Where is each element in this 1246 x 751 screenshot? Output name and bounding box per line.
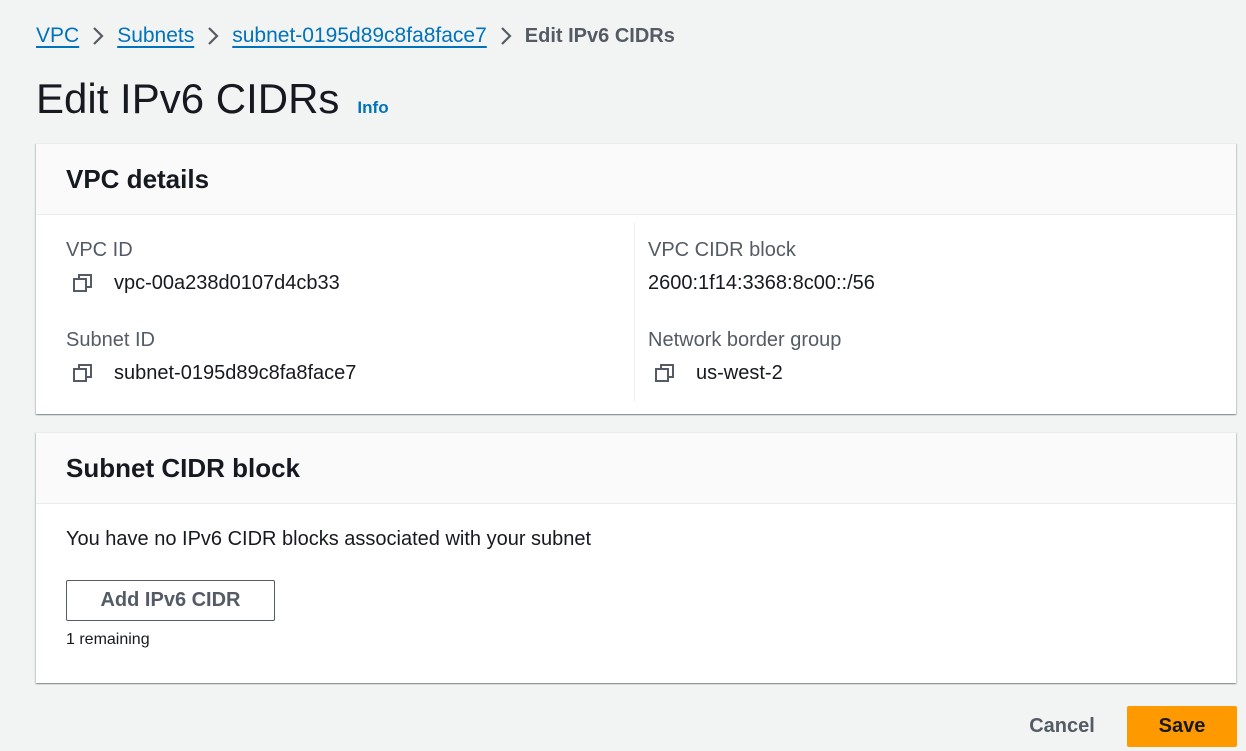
breadcrumb-link-vpc[interactable]: VPC — [36, 22, 79, 50]
vpc-id-field: VPC ID vpc-00a238d0107d4cb33 — [66, 237, 340, 296]
subnet-id-field: Subnet ID subnet-0195d89c8fa8face7 — [66, 327, 356, 386]
breadcrumb-current: Edit IPv6 CIDRs — [524, 25, 675, 47]
copy-icon[interactable] — [72, 362, 94, 384]
page: VPC Subnets subnet-0195d89c8fa8face7 Edi… — [0, 0, 1246, 751]
chevron-right-icon — [79, 22, 117, 50]
vpc-details-heading: VPC details — [66, 163, 210, 194]
vpc-details-grid: VPC ID vpc-00a238d0107d4cb33 Subnet ID s… — [36, 215, 1236, 413]
no-cidr-message: You have no IPv6 CIDR blocks associated … — [66, 528, 592, 550]
vpc-details-header: VPC details — [36, 144, 1236, 215]
copy-icon[interactable] — [654, 362, 676, 384]
title-row: Edit IPv6 CIDRs Info — [36, 74, 389, 124]
vpc-id-value: vpc-00a238d0107d4cb33 — [114, 272, 340, 294]
column-divider — [634, 223, 635, 401]
chevron-right-icon — [194, 22, 232, 50]
chevron-right-icon — [487, 22, 525, 50]
subnet-cidr-header: Subnet CIDR block — [36, 433, 1236, 504]
vpc-id-value-row: vpc-00a238d0107d4cb33 — [66, 270, 340, 296]
copy-icon[interactable] — [72, 272, 94, 294]
breadcrumb-link-subnet[interactable]: subnet-0195d89c8fa8face7 — [232, 22, 487, 50]
vpc-cidr-value: 2600:1f14:3368:8c00::/56 — [648, 272, 875, 294]
vpc-details-panel: VPC details VPC ID vpc-00a238d0107d4cb33… — [36, 143, 1236, 414]
border-group-field: Network border group us-west-2 — [648, 327, 841, 386]
vpc-id-label: VPC ID — [66, 239, 133, 261]
subnet-cidr-panel: Subnet CIDR block You have no IPv6 CIDR … — [36, 432, 1236, 683]
save-button[interactable]: Save — [1127, 706, 1237, 747]
subnet-id-value-row: subnet-0195d89c8fa8face7 — [66, 360, 356, 386]
remaining-count: 1 remaining — [66, 631, 150, 648]
breadcrumb-link-subnets[interactable]: Subnets — [117, 22, 194, 50]
border-group-value-row: us-west-2 — [648, 360, 841, 386]
subnet-id-value: subnet-0195d89c8fa8face7 — [114, 362, 357, 384]
subnet-id-label: Subnet ID — [66, 329, 155, 351]
add-ipv6-cidr-button[interactable]: Add IPv6 CIDR — [66, 580, 275, 621]
subnet-cidr-heading: Subnet CIDR block — [66, 452, 301, 483]
border-group-value: us-west-2 — [696, 362, 783, 384]
vpc-cidr-field: VPC CIDR block 2600:1f14:3368:8c00::/56 — [648, 237, 875, 296]
cancel-button[interactable]: Cancel — [1010, 706, 1114, 747]
page-title: Edit IPv6 CIDRs — [36, 75, 340, 122]
vpc-cidr-label: VPC CIDR block — [648, 239, 796, 261]
border-group-label: Network border group — [648, 329, 842, 351]
info-link[interactable]: Info — [357, 98, 388, 118]
breadcrumb: VPC Subnets subnet-0195d89c8fa8face7 Edi… — [36, 22, 675, 50]
